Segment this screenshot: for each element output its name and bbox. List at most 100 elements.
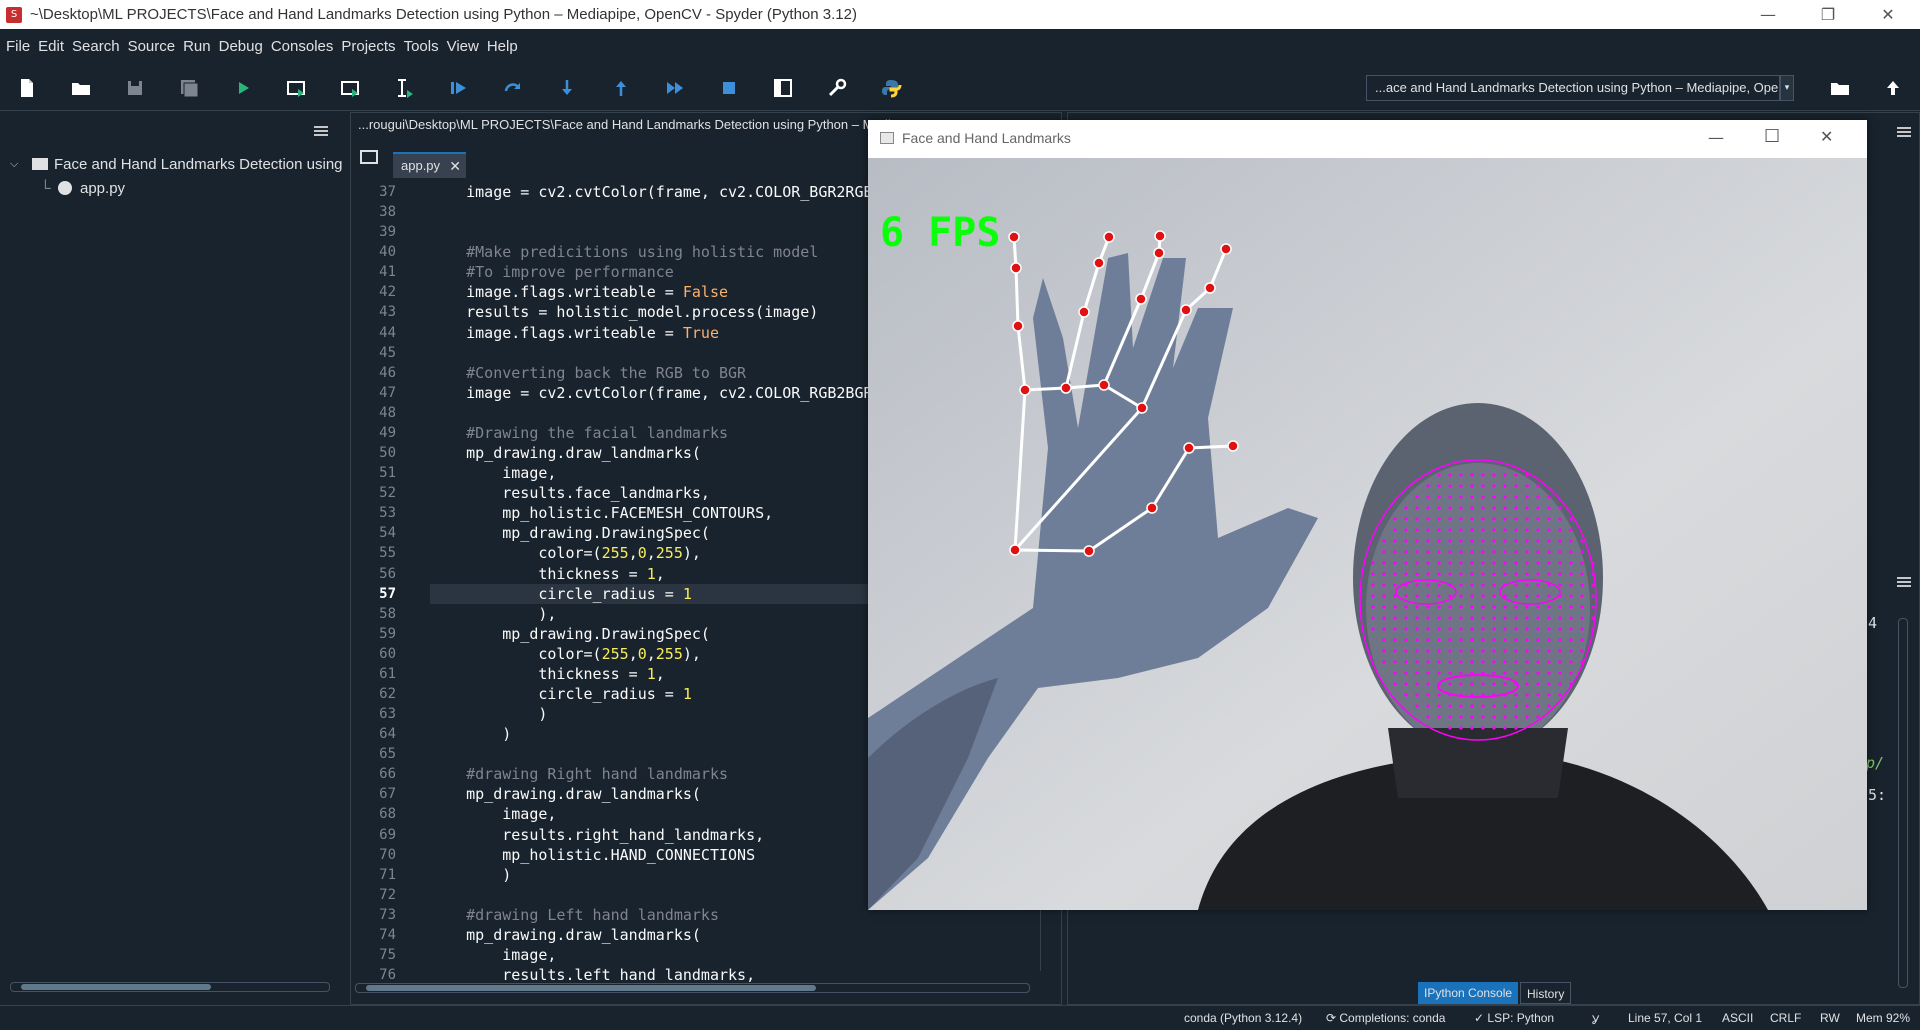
run-icon[interactable] — [230, 75, 256, 101]
save-all-icon[interactable] — [176, 75, 202, 101]
face-mesh-point — [1426, 495, 1430, 499]
face-mesh-point — [1448, 616, 1452, 620]
cv-close-button[interactable]: ✕ — [1820, 127, 1833, 146]
face-mesh-point — [1393, 605, 1397, 609]
tab-ipython-console[interactable]: IPython Console — [1418, 982, 1519, 1004]
debug-icon[interactable] — [446, 75, 472, 101]
face-mesh-point — [1536, 605, 1540, 609]
right-top-options-icon[interactable] — [1897, 127, 1911, 137]
face-mesh-point — [1492, 550, 1496, 554]
minimize-button[interactable]: — — [1740, 0, 1796, 29]
menu-tools[interactable]: Tools — [404, 38, 439, 55]
face-mesh-point — [1492, 682, 1496, 686]
chevron-down-icon[interactable]: ⌵ — [10, 158, 18, 170]
continue-icon[interactable] — [662, 75, 688, 101]
files-horizontal-scrollbar[interactable] — [10, 982, 330, 992]
face-mesh-point — [1525, 594, 1529, 598]
run-cell-icon[interactable] — [284, 75, 310, 101]
editor-file-path: ...rougui\Desktop\ML PROJECTS\Face and H… — [358, 117, 891, 132]
console-options-menu-icon[interactable] — [1897, 577, 1911, 587]
face-mesh-point — [1514, 682, 1518, 686]
face-mesh-point — [1503, 715, 1507, 719]
menu-view[interactable]: View — [447, 38, 479, 55]
hand-landmark-point — [1083, 545, 1095, 557]
menu-source[interactable]: Source — [128, 38, 176, 55]
menu-edit[interactable]: Edit — [38, 38, 64, 55]
parent-directory-icon[interactable] — [1880, 75, 1906, 101]
code-line: image, — [430, 805, 557, 824]
face-mesh-point — [1558, 605, 1562, 609]
menu-projects[interactable]: Projects — [341, 38, 395, 55]
python-path-icon[interactable] — [878, 75, 904, 101]
maximize-pane-icon[interactable] — [770, 75, 796, 101]
step-icon[interactable] — [500, 75, 526, 101]
new-file-icon[interactable] — [14, 75, 40, 101]
line-number: 60 — [379, 645, 396, 662]
face-mesh-point — [1580, 660, 1584, 664]
code-line: #To improve performance — [430, 263, 674, 282]
run-selection-icon[interactable] — [392, 75, 418, 101]
line-number: 41 — [379, 264, 396, 281]
face-mesh-point — [1547, 528, 1551, 532]
browse-folder-icon[interactable] — [1827, 75, 1853, 101]
face-mesh-point — [1448, 660, 1452, 664]
face-mesh-point — [1437, 528, 1441, 532]
status-env[interactable]: conda (Python 3.12.4) — [1184, 1011, 1302, 1025]
tree-folder-row[interactable]: Face and Hand Landmarks Detection using — [32, 156, 343, 173]
tree-file-row[interactable]: app.py — [58, 180, 125, 197]
status-lsp[interactable]: ✓ LSP: Python — [1474, 1011, 1554, 1025]
tree-project-folder[interactable]: ⌵ — [10, 154, 18, 171]
tab-app-py[interactable]: app.py ✕ — [393, 152, 466, 178]
face-mesh-point — [1481, 539, 1485, 543]
menu-run[interactable]: Run — [183, 38, 211, 55]
hand-landmark-point — [1078, 306, 1090, 318]
cv-minimize-button[interactable]: — — [1708, 128, 1724, 147]
console-vertical-scrollbar[interactable] — [1898, 618, 1908, 988]
run-cell-advance-icon[interactable] — [338, 75, 364, 101]
menu-consoles[interactable]: Consoles — [271, 38, 334, 55]
face-mesh-point — [1558, 583, 1562, 587]
face-mesh-point — [1459, 682, 1463, 686]
face-mesh-point — [1580, 572, 1584, 576]
step-into-icon[interactable] — [554, 75, 580, 101]
tab-history[interactable]: History — [1520, 982, 1572, 1004]
cv-maximize-button[interactable]: ☐ — [1764, 126, 1780, 147]
face-mesh-point — [1536, 638, 1540, 642]
tree-file-label: app.py — [80, 180, 126, 197]
face-mesh-point — [1404, 506, 1408, 510]
step-return-icon[interactable] — [608, 75, 634, 101]
face-mesh-point — [1525, 495, 1529, 499]
save-icon[interactable] — [122, 75, 148, 101]
face-mesh-point — [1426, 649, 1430, 653]
face-mesh-point — [1591, 616, 1595, 620]
opencv-window-titlebar[interactable]: Face and Hand Landmarks — ☐ ✕ — [868, 120, 1867, 158]
face-mesh-point — [1437, 704, 1441, 708]
close-button[interactable]: ✕ — [1860, 0, 1916, 29]
menu-debug[interactable]: Debug — [219, 38, 263, 55]
working-directory-combo[interactable]: ...ace and Hand Landmarks Detection usin… — [1366, 75, 1780, 101]
browse-tabs-icon[interactable] — [360, 150, 378, 164]
files-scroll-thumb[interactable] — [21, 984, 211, 990]
stop-icon[interactable] — [716, 75, 742, 101]
working-directory-dropdown-icon[interactable]: ▾ — [1780, 75, 1794, 101]
menu-file[interactable]: File — [6, 38, 30, 55]
face-mesh-point — [1459, 506, 1463, 510]
editor-horizontal-scrollbar[interactable] — [355, 983, 1030, 993]
status-completions[interactable]: ⟳ Completions: conda — [1326, 1011, 1445, 1025]
tab-close-icon[interactable]: ✕ — [449, 154, 461, 178]
open-file-icon[interactable] — [68, 75, 94, 101]
menu-search[interactable]: Search — [72, 38, 120, 55]
face-mesh-point — [1536, 660, 1540, 664]
line-number: 61 — [379, 665, 396, 682]
preferences-wrench-icon[interactable] — [824, 75, 850, 101]
menu-help[interactable]: Help — [487, 38, 518, 55]
files-options-menu-icon[interactable] — [314, 126, 328, 136]
restore-button[interactable]: ❐ — [1800, 0, 1856, 29]
hand-landmark-point — [1103, 231, 1115, 243]
face-mesh-point — [1459, 561, 1463, 565]
face-mesh-point — [1503, 594, 1507, 598]
opencv-window[interactable]: Face and Hand Landmarks — ☐ ✕ 6 FPS — [868, 120, 1867, 910]
editor-scroll-thumb[interactable] — [366, 985, 816, 991]
face-mesh-point — [1547, 583, 1551, 587]
code-line: image = cv2.cvtColor(frame, cv2.COLOR_BG… — [430, 183, 873, 201]
